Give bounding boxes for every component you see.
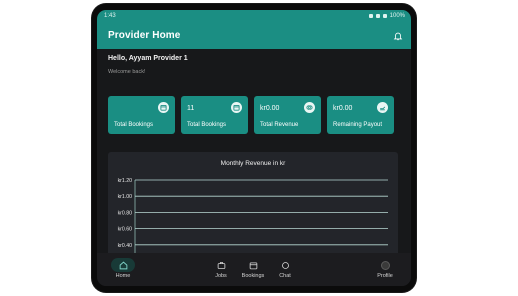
status-bar: 1:43 100% (97, 10, 411, 22)
nav-home[interactable]: Home (111, 253, 135, 286)
y-tick-label: kr0.60 (118, 227, 133, 233)
y-tick-label: kr0.40 (118, 243, 133, 249)
stats-cards: Total Bookings 11 Total Bookings kr0.00 … (108, 96, 394, 134)
stat-card[interactable]: Total Bookings (108, 96, 175, 134)
calendar-icon (231, 102, 242, 113)
stat-value: kr0.00 (333, 105, 353, 112)
nav-jobs[interactable]: Jobs (209, 253, 233, 286)
status-icons: 100% (368, 13, 405, 19)
coins-icon (304, 102, 315, 113)
home-icon (119, 261, 127, 269)
stat-label: Total Bookings (187, 122, 227, 128)
payout-icon (377, 102, 388, 113)
battery-level: 100% (389, 13, 405, 19)
nav-label: Jobs (215, 272, 227, 279)
app-screen: 1:43 100% Provider Home Hello, Ayyam Pro… (97, 10, 411, 286)
status-time: 1:43 (104, 13, 116, 19)
nav-label: Chat (279, 272, 291, 279)
stat-value: 11 (187, 105, 195, 112)
stat-card[interactable]: 11 Total Bookings (181, 96, 248, 134)
stat-value: kr0.00 (260, 105, 280, 112)
stat-label: Total Revenue (260, 122, 299, 128)
stat-label: Total Bookings (114, 122, 154, 128)
nav-label: Home (115, 272, 131, 279)
tablet-frame: 1:43 100% Provider Home Hello, Ayyam Pro… (92, 4, 416, 292)
avatar (380, 260, 390, 270)
stat-card[interactable]: kr0.00 Remaining Payout (327, 96, 394, 134)
chat-icon (281, 261, 289, 269)
stat-card[interactable]: kr0.00 Total Revenue (254, 96, 321, 134)
bell-icon[interactable] (393, 31, 403, 41)
nav-profile[interactable]: Profile (373, 253, 397, 286)
nav-chat[interactable]: Chat (273, 253, 297, 286)
y-tick-label: kr1.00 (118, 194, 133, 200)
bottom-nav: Home Jobs Bookings Chat Profile (97, 253, 411, 286)
battery-icon (382, 14, 387, 18)
revenue-chart: Monthly Revenue in kr kr1.20 kr1.00 kr0.80… (108, 152, 398, 262)
stat-label: Remaining Payout (333, 122, 383, 128)
greeting-subtitle: Welcome back! (108, 69, 146, 75)
briefcase-icon (217, 261, 225, 269)
calendar-icon (249, 261, 257, 269)
y-tick-label: kr1.20 (118, 178, 133, 184)
nav-bookings[interactable]: Bookings (236, 253, 270, 286)
page-title: Provider Home (108, 30, 181, 41)
calendar-icon (158, 102, 169, 113)
y-tick-label: kr0.80 (118, 210, 133, 216)
chart-plot: kr1.20 kr1.00 kr0.80 kr0.60 kr0.40 (118, 178, 388, 262)
wifi-icon (368, 14, 373, 18)
greeting-title: Hello, Ayyam Provider 1 (108, 55, 188, 62)
nav-label: Profile (377, 272, 393, 279)
app-bar: Provider Home (97, 22, 411, 49)
signal-icon (375, 14, 380, 18)
nav-label: Bookings (241, 272, 265, 279)
